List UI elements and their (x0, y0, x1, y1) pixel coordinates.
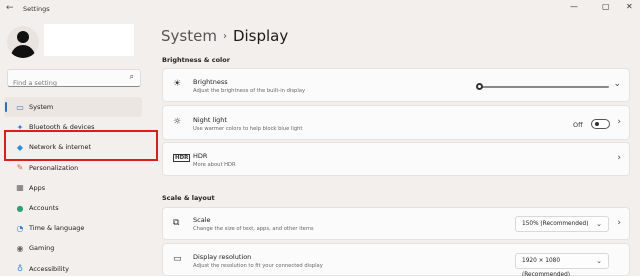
scale-dropdown-value: 150% (Recommended) (522, 221, 589, 227)
scale-subtitle: Change the size of text, apps, and other… (193, 226, 314, 232)
chevron-down-icon: ⌄ (596, 257, 602, 265)
sun-icon: ☀ (173, 79, 182, 89)
brightness-slider[interactable] (476, 83, 609, 90)
globe-clock-icon: ◔ (16, 223, 24, 233)
search-input[interactable] (8, 75, 123, 91)
title-bar: ← Settings — ▢ ✕ (0, 0, 640, 20)
sidebar-item-accessibility[interactable]: ♁ Accessibility (4, 259, 142, 276)
hdr-card[interactable]: HDR HDR More about HDR › (162, 142, 630, 176)
avatar-body (11, 45, 35, 58)
sidebar-item-time-language[interactable]: ◔ Time & language (4, 218, 142, 238)
sidebar-item-label: Personalization (29, 163, 79, 172)
account-name-area (44, 24, 134, 56)
hdr-title: HDR (193, 152, 208, 160)
sidebar-item-label: Gaming (29, 244, 55, 253)
hdr-subtitle: More about HDR (193, 162, 236, 168)
resolution-icon: ▭ (173, 254, 182, 264)
brush-icon: ✎ (16, 163, 24, 173)
sidebar-item-label: Accessibility (29, 264, 69, 273)
search-box[interactable]: ⌕ (7, 69, 141, 91)
night-light-icon: ☼ (173, 117, 182, 127)
chevron-down-icon: ⌄ (596, 220, 602, 228)
chevron-right-icon[interactable]: › (617, 218, 621, 228)
highlight-box (4, 130, 158, 161)
resolution-title: Display resolution (193, 253, 252, 261)
scale-title: Scale (193, 216, 211, 224)
hdr-icon: HDR (173, 154, 191, 162)
night-light-card[interactable]: ☼ Night light Use warmer colors to help … (162, 105, 630, 140)
search-icon[interactable]: ⌕ (130, 72, 134, 82)
back-arrow-icon[interactable]: ← (6, 3, 14, 13)
close-button[interactable]: ✕ (626, 2, 633, 11)
page-title: Display (232, 27, 289, 45)
chevron-down-icon[interactable]: ⌄ (613, 79, 621, 89)
brightness-subtitle: Adjust the brightness of the built-in di… (193, 88, 306, 94)
toggle-state-label: Off (573, 121, 583, 129)
person-icon: ● (16, 203, 24, 213)
scale-dropdown[interactable]: 150% (Recommended) ⌄ (515, 216, 609, 232)
night-light-toggle[interactable] (591, 119, 610, 129)
display-resolution-card[interactable]: ▭ Display resolution Adjust the resoluti… (162, 243, 630, 276)
sidebar-item-label: Accounts (29, 204, 59, 213)
resolution-dropdown-value: 1920 × 1080 (Recommended) (522, 258, 571, 276)
night-light-title: Night light (193, 116, 227, 124)
chevron-right-icon[interactable]: › (617, 153, 621, 163)
breadcrumb-parent[interactable]: System (161, 27, 217, 45)
app-title: Settings (23, 5, 50, 13)
monitor-icon: ▭ (16, 102, 24, 112)
avatar-head (17, 31, 29, 43)
chevron-right-icon[interactable]: › (617, 117, 621, 127)
scale-icon: ⧉ (173, 218, 180, 228)
gamepad-icon: ◉ (16, 243, 24, 253)
brightness-card[interactable]: ☀ Brightness Adjust the brightness of th… (162, 68, 630, 102)
sidebar-item-label: Time & language (29, 224, 85, 233)
resolution-dropdown[interactable]: 1920 × 1080 (Recommended) ⌄ (515, 253, 609, 276)
maximize-button[interactable]: ▢ (602, 2, 610, 11)
avatar[interactable] (7, 26, 39, 58)
sidebar-nav: ▭ System ✦ Bluetooth & devices ◆ Network… (4, 97, 142, 276)
section-heading-brightness-color: Brightness & color (162, 56, 230, 64)
sidebar-item-system[interactable]: ▭ System (4, 97, 142, 118)
sidebar-item-accounts[interactable]: ● Accounts (4, 198, 142, 218)
minimize-button[interactable]: — (570, 2, 578, 11)
sidebar-item-label: Apps (29, 183, 46, 192)
apps-icon: ▦ (16, 183, 24, 193)
sidebar-item-gaming[interactable]: ◉ Gaming (4, 238, 142, 258)
breadcrumb-chevron-icon: › (222, 31, 227, 42)
night-light-subtitle: Use warmer colors to help block blue lig… (193, 126, 303, 132)
brightness-title: Brightness (193, 78, 228, 86)
accessibility-icon: ♁ (17, 264, 23, 274)
breadcrumb: System › Display (161, 27, 288, 45)
sidebar-item-apps[interactable]: ▦ Apps (4, 178, 142, 198)
sidebar-item-label: System (29, 103, 54, 112)
toggle-knob (595, 122, 599, 126)
scale-card[interactable]: ⧉ Scale Change the size of text, apps, a… (162, 207, 630, 240)
brightness-slider-thumb[interactable] (476, 83, 483, 90)
resolution-subtitle: Adjust the resolution to fit your connec… (193, 263, 323, 269)
section-heading-scale-layout: Scale & layout (162, 194, 215, 202)
